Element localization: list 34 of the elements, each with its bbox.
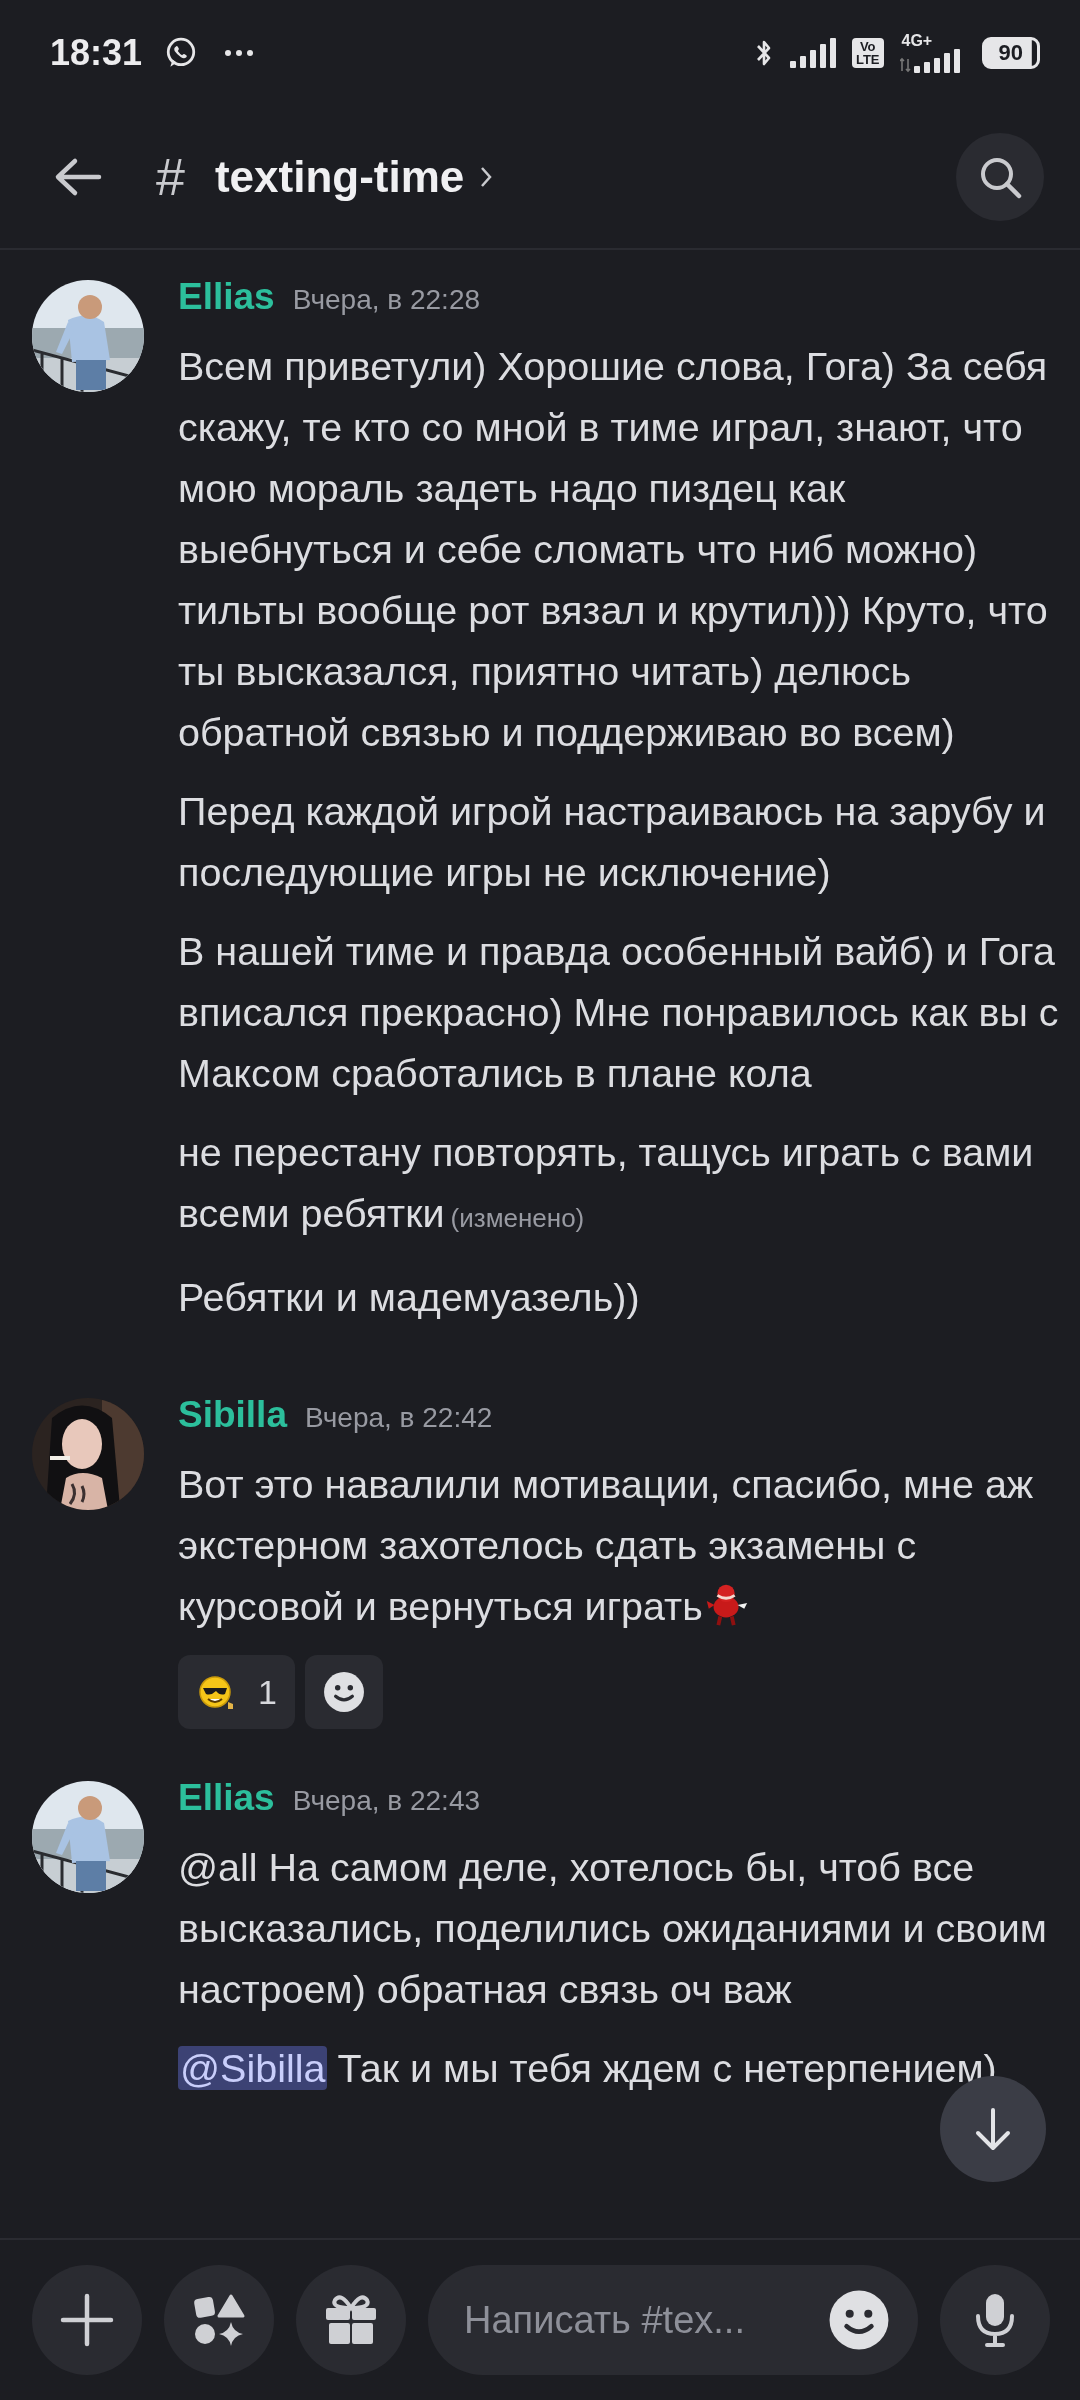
author-name[interactable]: Sibilla [178, 1394, 287, 1436]
microphone-icon [973, 2292, 1017, 2348]
back-arrow-icon [53, 156, 103, 197]
message-text: В нашей тиме и правда особенный вайб) и Гога вписался прекрасно) Мне понравилось как вы с Максом сработались в плане кола [178, 929, 1059, 1095]
network-type: 4G+ [901, 32, 933, 49]
message-timestamp: Вчера, в 22:42 [305, 1402, 493, 1434]
shapes-icon [191, 2292, 247, 2348]
channel-title[interactable]: texting-time [214, 151, 465, 202]
author-name[interactable]: Ellias [178, 1777, 275, 1819]
message-timestamp: Вчера, в 22:43 [292, 1785, 481, 1817]
reaction-chip[interactable]: 1 [178, 1655, 295, 1729]
message-text: @all На самом деле, хотелось бы, чтоб все высказались, поделились ожиданиями и своим настроем) обратная связь оч важ [178, 1845, 1047, 2011]
message-field[interactable]: Написать #tex... [428, 2265, 918, 2375]
battery-indicator: 90 [981, 36, 1040, 69]
channel-hash: # [156, 146, 185, 207]
more-icon [224, 48, 255, 57]
message-text: не перестану повторять, тащусь играть с вами всеми ребятки(изменено) [178, 1130, 1034, 1235]
add-reaction-button[interactable] [304, 1655, 383, 1729]
author-name[interactable]: Ellias [178, 276, 275, 318]
message-timestamp: Вчера, в 22:28 [292, 284, 481, 316]
message-text: Всем приветули) Хорошие слова, Гога) За себя скажу, те кто со мной в тиме играл, знают, что мою мораль задеть надо пиздец как выебнуться и себе сломать что ниб можно) тильты вообще рот вязал и крутил))) Круто, что ты высказался, приятно читать) делюсь обратной связью и поддерживаю во всем) [178, 344, 1048, 754]
message-text: Вот это навалили мотивации, спасибо, мне аж экстерном захотелось сдать экзамены с курсовой и вернуться играть [178, 1462, 1034, 1628]
message-text: Так и мы тебя ждем с нетерпением) [337, 2046, 997, 2090]
smiley-icon[interactable] [828, 2289, 890, 2351]
plus-icon [60, 2293, 114, 2347]
message-text: Ребятки и мадемуазель)) [178, 1275, 640, 1319]
user-mention[interactable]: @Sibilla [178, 2046, 328, 2090]
status-time: 18:31 [50, 31, 143, 74]
arrow-down-icon [973, 2107, 1013, 2151]
smiley-icon [322, 1671, 365, 1713]
message-text: Перед каждой игрой настраиваюсь на зарубу и последующие игры не исключение) [178, 789, 1046, 894]
signal-icon [789, 36, 836, 69]
volte-badge: Vo LTE [851, 37, 884, 68]
chevron-icon [480, 165, 493, 188]
